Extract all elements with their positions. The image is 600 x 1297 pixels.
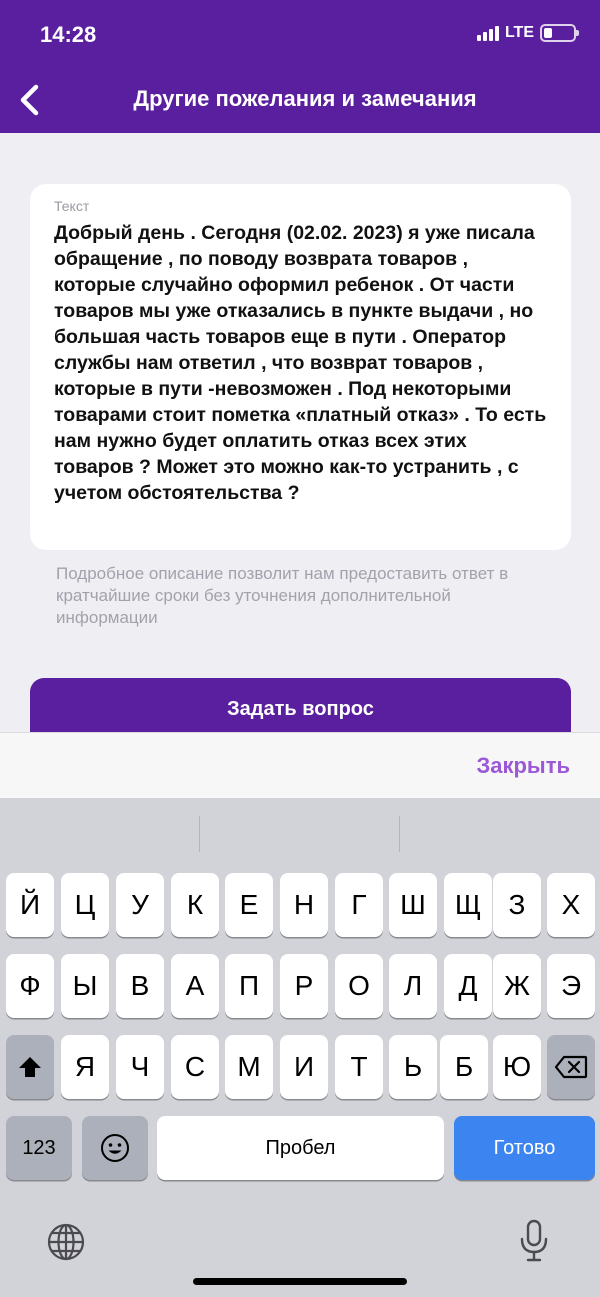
close-keyboard-button[interactable]: Закрыть	[476, 753, 570, 779]
home-indicator	[193, 1278, 407, 1285]
numbers-key[interactable]: 123	[6, 1116, 72, 1180]
backspace-icon	[554, 1055, 588, 1079]
page-title: Другие пожелания и замечания	[133, 86, 477, 111]
key[interactable]: Л	[389, 954, 437, 1018]
key[interactable]: Ц	[61, 873, 109, 937]
app-header: 14:28 LTE Другие пожелания и замечания	[0, 0, 600, 133]
key[interactable]: Н	[280, 873, 328, 937]
key[interactable]: Е	[225, 873, 273, 937]
key[interactable]: Щ	[444, 873, 492, 937]
hint-text: Подробное описание позволит нам предоста…	[56, 564, 509, 627]
key[interactable]: Й	[6, 873, 54, 937]
globe-icon	[47, 1223, 85, 1261]
network-label: LTE	[504, 24, 534, 41]
key[interactable]: Ь	[389, 1035, 437, 1099]
emoji-icon	[101, 1134, 129, 1162]
key[interactable]: Г	[335, 873, 383, 937]
shift-key[interactable]	[6, 1035, 54, 1099]
ask-question-button[interactable]: Задать вопрос	[30, 678, 571, 738]
language-button[interactable]	[42, 1218, 90, 1266]
key[interactable]: У	[116, 873, 164, 937]
done-key[interactable]: Готово	[454, 1116, 595, 1180]
keyboard: Й Ц У К Е Н Г Ш Щ З Х Ф Ы В А П Р О Л Д …	[0, 798, 600, 1297]
battery-icon	[540, 24, 579, 42]
key[interactable]: О	[335, 954, 383, 1018]
suggestion-divider	[399, 816, 400, 852]
key[interactable]: В	[116, 954, 164, 1018]
key[interactable]: З	[493, 873, 541, 937]
signal-icon	[476, 25, 499, 41]
key[interactable]: Ш	[389, 873, 437, 937]
keyboard-accessory-bar: Закрыть	[0, 732, 600, 798]
emoji-key[interactable]	[82, 1116, 148, 1180]
space-key[interactable]: Пробел	[157, 1116, 444, 1180]
key[interactable]: Ж	[493, 954, 541, 1018]
key[interactable]: Х	[547, 873, 595, 937]
key[interactable]: Ы	[61, 954, 109, 1018]
text-field-label: Текст	[54, 198, 90, 214]
key[interactable]: Ч	[116, 1035, 164, 1099]
delete-key[interactable]	[547, 1035, 595, 1099]
key[interactable]: И	[280, 1035, 328, 1099]
text-input-card[interactable]: Текст Добрый день . Сегодня (02.02. 2023…	[30, 184, 571, 550]
key[interactable]: Ю	[493, 1035, 541, 1099]
shift-icon	[19, 1057, 41, 1077]
microphone-icon	[520, 1219, 548, 1262]
dictation-button[interactable]	[510, 1216, 558, 1266]
message-textarea[interactable]: Добрый день . Сегодня (02.02. 2023) я уж…	[54, 220, 547, 506]
key[interactable]: Д	[444, 954, 492, 1018]
key[interactable]: Р	[280, 954, 328, 1018]
key[interactable]: С	[171, 1035, 219, 1099]
key[interactable]: Ф	[6, 954, 54, 1018]
suggestion-divider	[199, 816, 200, 852]
status-indicators: LTE	[476, 24, 579, 42]
key[interactable]: Б	[440, 1035, 488, 1099]
key[interactable]: Э	[547, 954, 595, 1018]
key[interactable]: К	[171, 873, 219, 937]
key[interactable]: М	[225, 1035, 273, 1099]
key[interactable]: Т	[335, 1035, 383, 1099]
key[interactable]: Я	[61, 1035, 109, 1099]
status-time: 14:28	[40, 22, 97, 47]
key[interactable]: А	[171, 954, 219, 1018]
key[interactable]: П	[225, 954, 273, 1018]
